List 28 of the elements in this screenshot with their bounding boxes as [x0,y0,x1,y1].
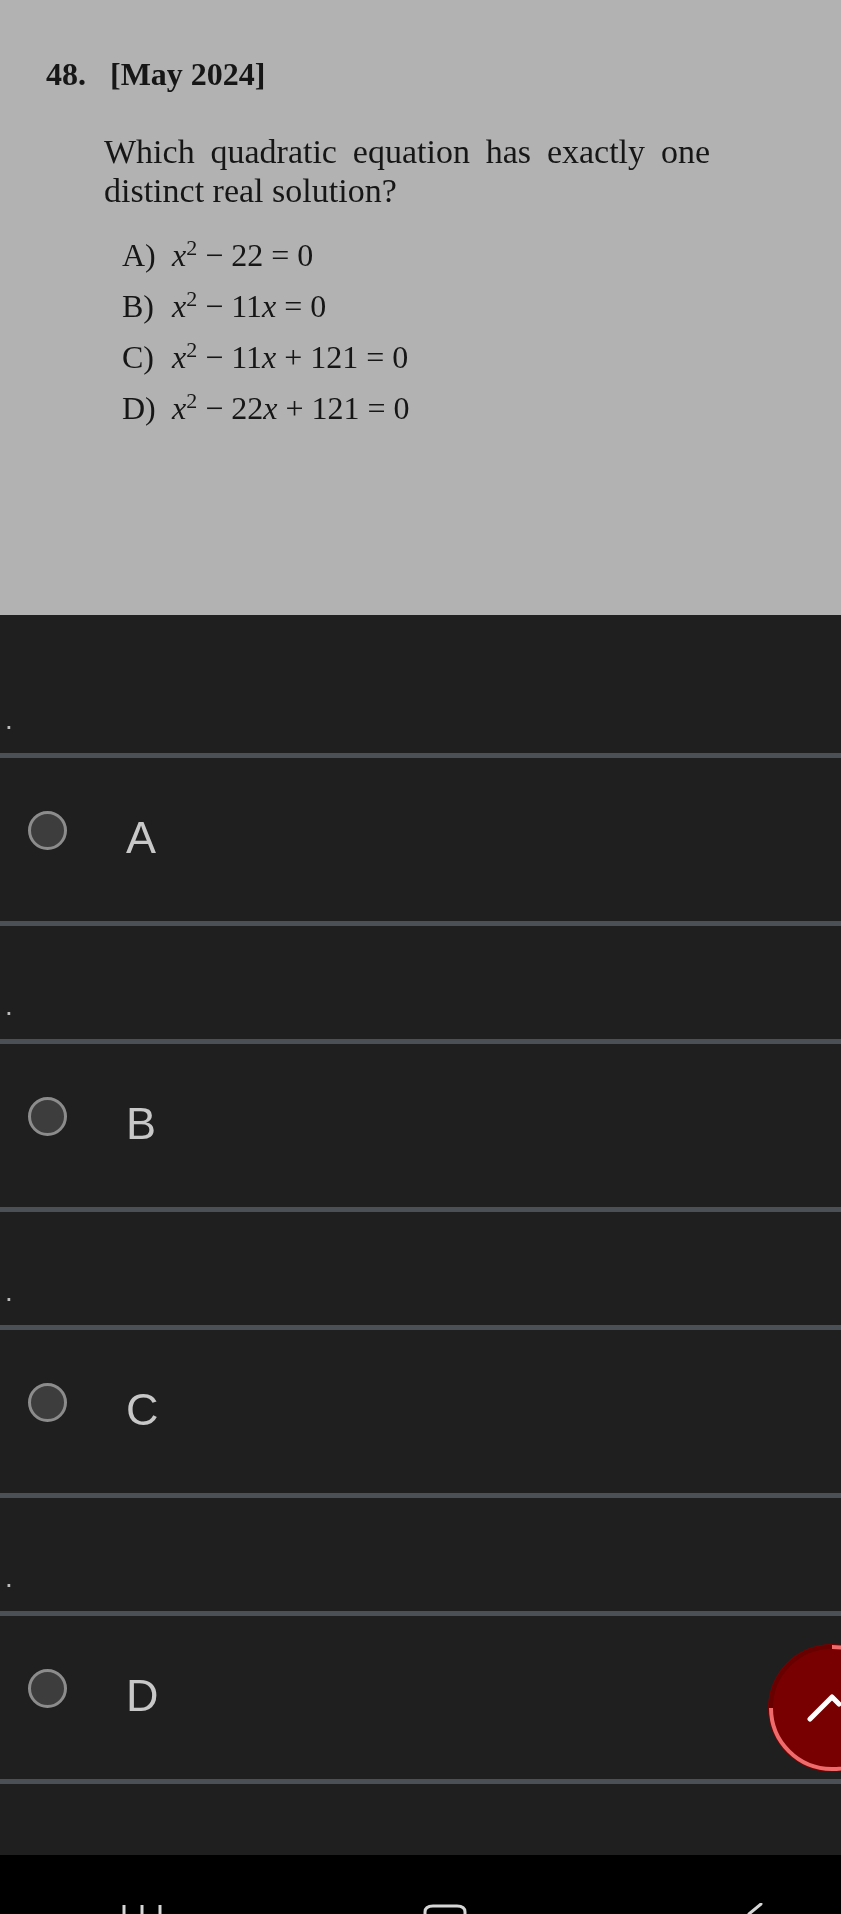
option-label: D) [122,389,157,428]
option-label[interactable]: B [126,1097,156,1150]
question-source: [May 2024] [110,55,266,94]
scroll-to-top-button[interactable] [768,1643,841,1773]
question-prompt: . [5,1564,13,1592]
option-label[interactable]: D [126,1669,159,1722]
radio-button[interactable] [28,810,67,850]
radio-button[interactable] [28,1096,67,1136]
radio-button[interactable] [28,1382,67,1422]
question-text: Which quadratic equation has exactly one distinct real solution? [104,132,710,210]
option-label: C) [122,338,155,377]
radio-button[interactable] [28,1668,67,1708]
recent-apps-icon[interactable] [122,1905,162,1914]
question-number: 48. [46,55,86,94]
question-prompt: . [5,1278,13,1306]
option-equation: x$^{2}$ − 22x + 121 = 0 [172,387,410,428]
option-label[interactable]: C [126,1383,159,1436]
option-equation: x$^{2}$ − 11x = 0 [172,285,327,326]
option-label[interactable]: A [126,811,156,864]
option-label: B) [122,287,155,326]
chevron-up-icon [807,1694,841,1722]
back-icon[interactable] [745,1903,763,1914]
option-label: A) [122,236,157,275]
option-equation: x$^{2}$ − 22 = 0 [172,234,314,275]
option-equation: x$^{2}$ − 11x + 121 = 0 [172,336,409,377]
question-prompt: . [5,706,13,734]
question-prompt: . [5,992,13,1020]
home-icon[interactable] [423,1904,467,1914]
